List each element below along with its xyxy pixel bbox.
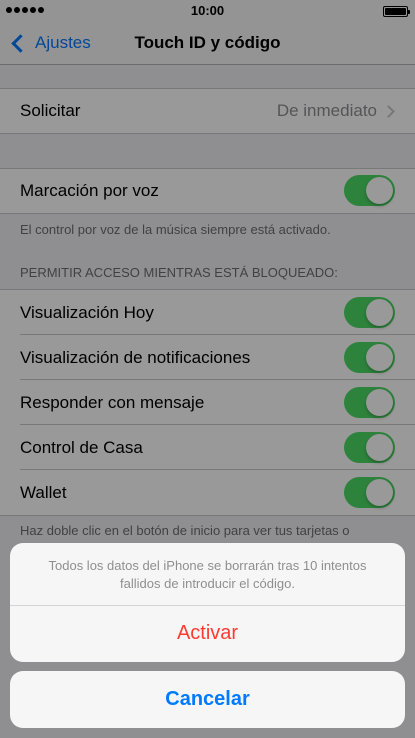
cancel-sheet: Cancelar [10, 671, 405, 728]
activate-button[interactable]: Activar [10, 605, 405, 662]
action-sheet-message: Todos los datos del iPhone se borrarán t… [48, 558, 367, 591]
cancel-button[interactable]: Cancelar [10, 671, 405, 728]
action-sheet: Todos los datos del iPhone se borrarán t… [10, 543, 405, 662]
